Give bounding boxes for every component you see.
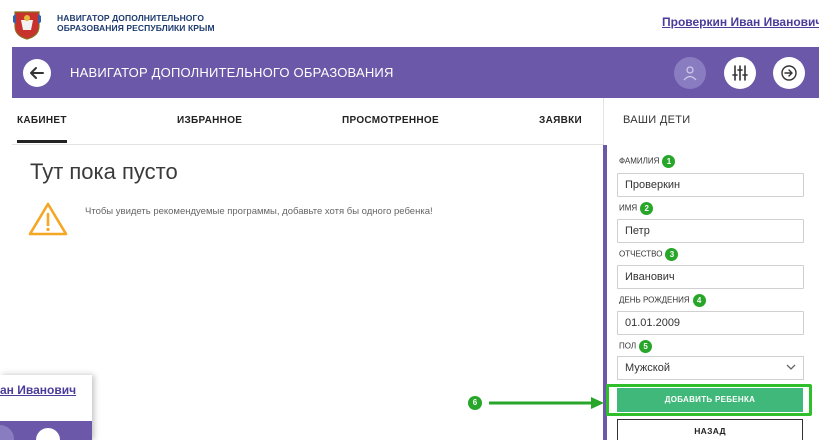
back-button[interactable] — [23, 59, 51, 87]
arrow-left-icon — [30, 67, 44, 79]
avatar[interactable] — [674, 57, 706, 89]
kids-panel-heading: ВАШИ ДЕТИ — [623, 114, 691, 126]
surname-field[interactable]: Проверкин — [617, 173, 804, 197]
arrow-right-icon — [489, 397, 604, 409]
tab-favorites[interactable]: ИЗБРАННОЕ — [177, 115, 242, 126]
gender-label: ПОЛ 5 — [619, 340, 653, 353]
tab-cabinet[interactable]: КАБИНЕТ — [17, 115, 67, 143]
empty-state-message: Чтобы увидеть рекомендуемые программы, д… — [85, 206, 433, 217]
inset-avatar — [0, 425, 14, 440]
step-badge-3: 3 — [665, 248, 679, 261]
name-label-text: ИМЯ — [619, 203, 638, 213]
surname-label-text: ФАМИЛИЯ — [619, 156, 660, 166]
add-child-button[interactable]: ДОБАВИТЬ РЕБЕНКА — [617, 388, 803, 412]
logout-arrow-icon — [781, 65, 797, 81]
inset-navbar — [0, 421, 92, 440]
site-header: НАВИГАТОР ДОПОЛНИТЕЛЬНОГО ОБРАЗОВАНИЯ РЕ… — [0, 0, 819, 46]
birthday-label-text: ДЕНЬ РОЖДЕНИЯ — [619, 295, 690, 305]
tab-viewed[interactable]: ПРОСМОТРЕННОЕ — [342, 115, 439, 126]
chevron-down-icon — [786, 364, 796, 370]
site-title[interactable]: НАВИГАТОР ДОПОЛНИТЕЛЬНОГО ОБРАЗОВАНИЯ РЕ… — [57, 13, 215, 33]
step-badge-1: 1 — [662, 155, 676, 168]
top-navbar: НАВИГАТОР ДОПОЛНИТЕЛЬНОГО ОБРАЗОВАНИЯ — [12, 47, 819, 98]
filter-button[interactable] — [724, 57, 756, 89]
navbar-title: НАВИГАТОР ДОПОЛНИТЕЛЬНОГО ОБРАЗОВАНИЯ — [70, 65, 394, 80]
warning-icon — [28, 202, 68, 236]
logout-button[interactable] — [773, 57, 805, 89]
filter-sliders-icon — [732, 65, 748, 81]
gender-selected-value: Мужской — [625, 362, 670, 374]
inset-logout-icon — [34, 426, 62, 440]
step-badge-5: 5 — [639, 340, 653, 353]
user-icon — [683, 66, 697, 81]
back-text-button[interactable]: НАЗАД — [617, 419, 803, 440]
crimea-crest-icon — [13, 11, 41, 40]
inset-user-link[interactable]: ан Иванович — [0, 383, 76, 397]
user-profile-link[interactable]: Проверкин Иван Иванович — [662, 15, 819, 29]
birthday-field[interactable]: 01.01.2009 — [617, 311, 804, 335]
tab-divider — [603, 98, 604, 145]
site-title-line1: НАВИГАТОР ДОПОЛНИТЕЛЬНОГО — [57, 13, 205, 23]
birthday-label: ДЕНЬ РОЖДЕНИЯ 4 — [619, 294, 706, 307]
empty-state-title: Тут пока пусто — [30, 159, 178, 184]
step-badge-2: 2 — [640, 202, 654, 215]
name-field[interactable]: Петр — [617, 219, 804, 243]
gender-label-text: ПОЛ — [619, 341, 637, 351]
name-label: ИМЯ 2 — [619, 202, 654, 215]
step-badge-4: 4 — [692, 294, 706, 307]
patronymic-label: ОТЧЕСТВО 3 — [619, 248, 679, 261]
gender-select[interactable]: Мужской — [617, 356, 804, 380]
cabinet-tabs: КАБИНЕТ ИЗБРАННОЕ ПРОСМОТРЕННОЕ ЗАЯВКИ — [12, 98, 603, 145]
surname-label: ФАМИЛИЯ 1 — [619, 155, 676, 168]
tab-requests[interactable]: ЗАЯВКИ — [539, 115, 582, 126]
inset-screenshot-fragment: ан Иванович — [0, 375, 92, 440]
patronymic-field[interactable]: Иванович — [617, 265, 804, 289]
step-badge-6: 6 — [468, 396, 482, 410]
patronymic-label-text: ОТЧЕСТВО — [619, 249, 663, 259]
site-title-line2: ОБРАЗОВАНИЯ РЕСПУБЛИКИ КРЫМ — [57, 23, 215, 33]
